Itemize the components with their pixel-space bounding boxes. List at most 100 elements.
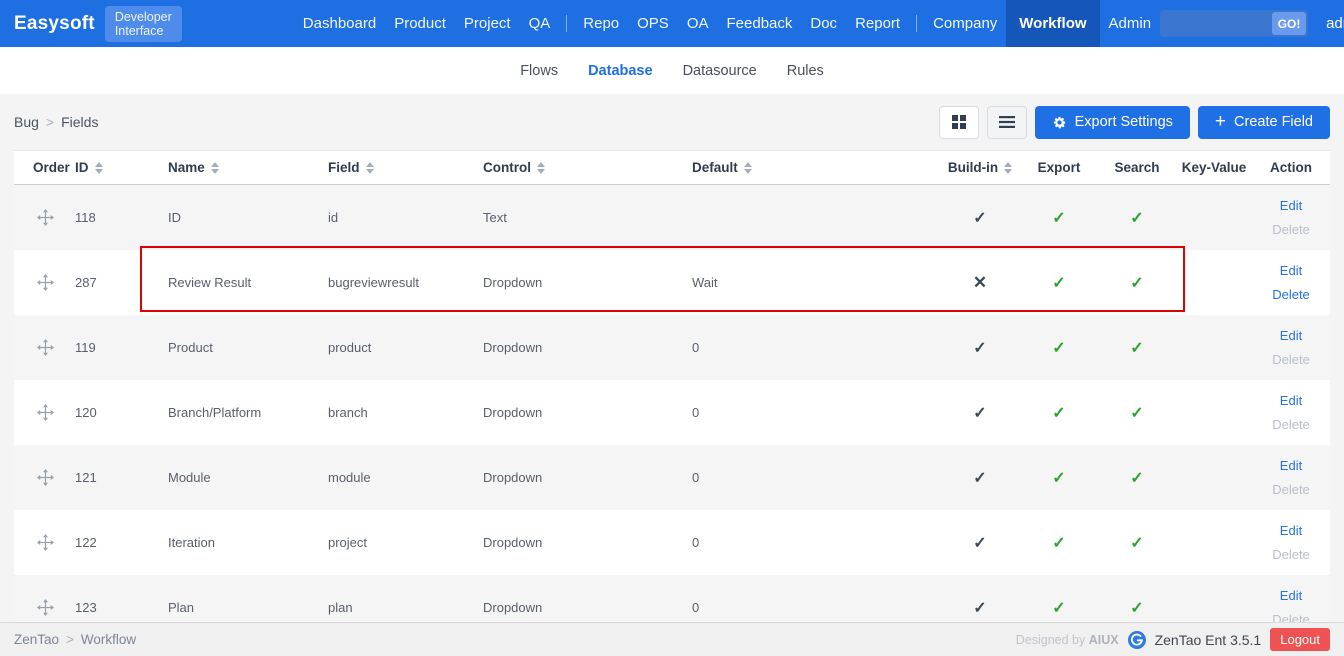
- export-settings-button[interactable]: Export Settings: [1034, 105, 1190, 139]
- delete-link[interactable]: Delete: [1272, 222, 1310, 237]
- edit-link[interactable]: Edit: [1280, 393, 1302, 408]
- subnav-item-datasource[interactable]: Datasource: [683, 63, 757, 79]
- nav-item-feedback[interactable]: Feedback: [718, 0, 802, 47]
- cell-action: Edit Delete: [1252, 393, 1330, 432]
- cell-id: 119: [75, 340, 96, 355]
- column-header-default[interactable]: Default: [688, 160, 940, 175]
- column-header-label: Key-Value: [1181, 160, 1247, 175]
- cell-search: ✓: [1098, 468, 1176, 488]
- cell-export: ✓: [1020, 273, 1098, 293]
- nav-item-qa[interactable]: QA: [520, 0, 560, 47]
- cell-export: ✓: [1020, 468, 1098, 488]
- cell-search: ✓: [1098, 273, 1176, 293]
- cell-name: Plan: [168, 600, 195, 615]
- nav-item-product[interactable]: Product: [385, 0, 455, 47]
- table-row-287: 287 Review Result bugreviewresult Dropdown W…: [14, 246, 1330, 315]
- nav-item-admin[interactable]: Admin: [1100, 0, 1161, 47]
- nav-item-company[interactable]: Company: [924, 0, 1006, 47]
- check-icon: ✓: [1052, 599, 1066, 617]
- logout-button[interactable]: Logout: [1270, 628, 1330, 651]
- breadcrumb-module[interactable]: Bug: [14, 114, 39, 130]
- column-header-label: Order: [33, 160, 70, 175]
- table-header-row: Order ID Name Field Control Default Build-in Ex…: [14, 150, 1330, 185]
- check-icon: ✓: [1130, 209, 1144, 227]
- developer-interface-badge: Developer Interface: [104, 5, 182, 42]
- edit-link[interactable]: Edit: [1280, 458, 1302, 473]
- drag-handle-icon[interactable]: [14, 339, 70, 356]
- column-header-id[interactable]: ID: [70, 160, 160, 175]
- check-icon: ✓: [1052, 339, 1066, 357]
- cell-export: ✓: [1020, 533, 1098, 553]
- cell-action: Edit Delete: [1252, 523, 1330, 562]
- table-row-120: 120 Branch/Platform branch Dropdown 0 ✓ ✓ ✓ Edit…: [14, 380, 1330, 445]
- drag-handle-icon[interactable]: [14, 469, 70, 486]
- cell-field: branch: [328, 405, 368, 420]
- column-header-label: Search: [1114, 160, 1160, 175]
- footer-brand[interactable]: ZenTao: [14, 632, 59, 647]
- drag-handle-icon[interactable]: [14, 274, 70, 291]
- edit-link[interactable]: Edit: [1280, 523, 1302, 538]
- create-field-button[interactable]: + Create Field: [1197, 105, 1330, 139]
- column-header-label: Name: [168, 160, 205, 175]
- delete-link[interactable]: Delete: [1272, 287, 1310, 302]
- brand-logo[interactable]: Easysoft: [14, 13, 95, 35]
- drag-handle-icon[interactable]: [14, 599, 70, 616]
- nav-item-repo[interactable]: Repo: [574, 0, 628, 47]
- cell-control: Dropdown: [483, 535, 543, 550]
- sort-icon[interactable]: [1004, 161, 1013, 174]
- sort-icon[interactable]: [94, 161, 103, 174]
- global-search: GO!: [1160, 10, 1309, 37]
- nav-item-dashboard[interactable]: Dashboard: [294, 0, 385, 47]
- subnav-item-rules[interactable]: Rules: [787, 63, 824, 79]
- check-icon: ✓: [973, 469, 987, 487]
- column-header-label: Field: [328, 160, 360, 175]
- column-header-control[interactable]: Control: [478, 160, 688, 175]
- cell-control: Text: [483, 210, 507, 225]
- nav-item-ops[interactable]: OPS: [628, 0, 678, 47]
- grid-icon: [951, 115, 966, 129]
- cell-name: Review Result: [168, 275, 252, 290]
- drag-handle-icon[interactable]: [14, 404, 70, 421]
- column-header-export: Export: [1020, 160, 1098, 175]
- column-header-label: Build-in: [947, 160, 999, 175]
- grid-view-button[interactable]: [938, 105, 979, 139]
- user-menu[interactable]: admin: [1326, 15, 1344, 32]
- column-header-search: Search: [1098, 160, 1176, 175]
- sort-icon[interactable]: [210, 161, 219, 174]
- sort-icon[interactable]: [537, 161, 545, 174]
- column-header-build-in[interactable]: Build-in: [940, 160, 1020, 175]
- sort-icon[interactable]: [365, 161, 374, 174]
- nav-item-report[interactable]: Report: [846, 0, 909, 47]
- delete-link[interactable]: Delete: [1272, 352, 1310, 367]
- table-row-119: 119 Product product Dropdown 0 ✓ ✓ ✓ Edit Delete: [14, 315, 1330, 380]
- export-settings-label: Export Settings: [1074, 114, 1173, 130]
- cell-default: 0: [692, 340, 700, 355]
- edit-link[interactable]: Edit: [1280, 328, 1302, 343]
- drag-handle-icon[interactable]: [14, 209, 70, 226]
- list-view-button[interactable]: [986, 105, 1027, 139]
- edit-link[interactable]: Edit: [1280, 198, 1302, 213]
- edit-link[interactable]: Edit: [1280, 263, 1302, 278]
- column-header-field[interactable]: Field: [320, 160, 478, 175]
- sort-icon[interactable]: [743, 161, 752, 174]
- subnav-item-flows[interactable]: Flows: [520, 63, 558, 79]
- cell-name: Module: [168, 470, 211, 485]
- toolbar-row: Bug > Fields Export Settings + Create Fi…: [0, 94, 1344, 150]
- cell-search: ✓: [1098, 598, 1176, 618]
- delete-link[interactable]: Delete: [1272, 417, 1310, 432]
- subnav-item-database[interactable]: Database: [588, 63, 652, 79]
- delete-link[interactable]: Delete: [1272, 547, 1310, 562]
- nav-item-workflow[interactable]: Workflow: [1006, 0, 1100, 47]
- edit-link[interactable]: Edit: [1280, 588, 1302, 603]
- drag-handle-icon[interactable]: [14, 534, 70, 551]
- cell-control: Dropdown: [483, 340, 543, 355]
- nav-item-oa[interactable]: OA: [678, 0, 718, 47]
- column-header-name[interactable]: Name: [160, 160, 320, 175]
- search-go-button[interactable]: GO!: [1272, 12, 1307, 35]
- nav-item-doc[interactable]: Doc: [801, 0, 846, 47]
- list-icon: [998, 116, 1015, 128]
- nav-item-project[interactable]: Project: [455, 0, 520, 47]
- delete-link[interactable]: Delete: [1272, 482, 1310, 497]
- check-icon: ✓: [1130, 339, 1144, 357]
- column-header-label: Export: [1037, 160, 1081, 175]
